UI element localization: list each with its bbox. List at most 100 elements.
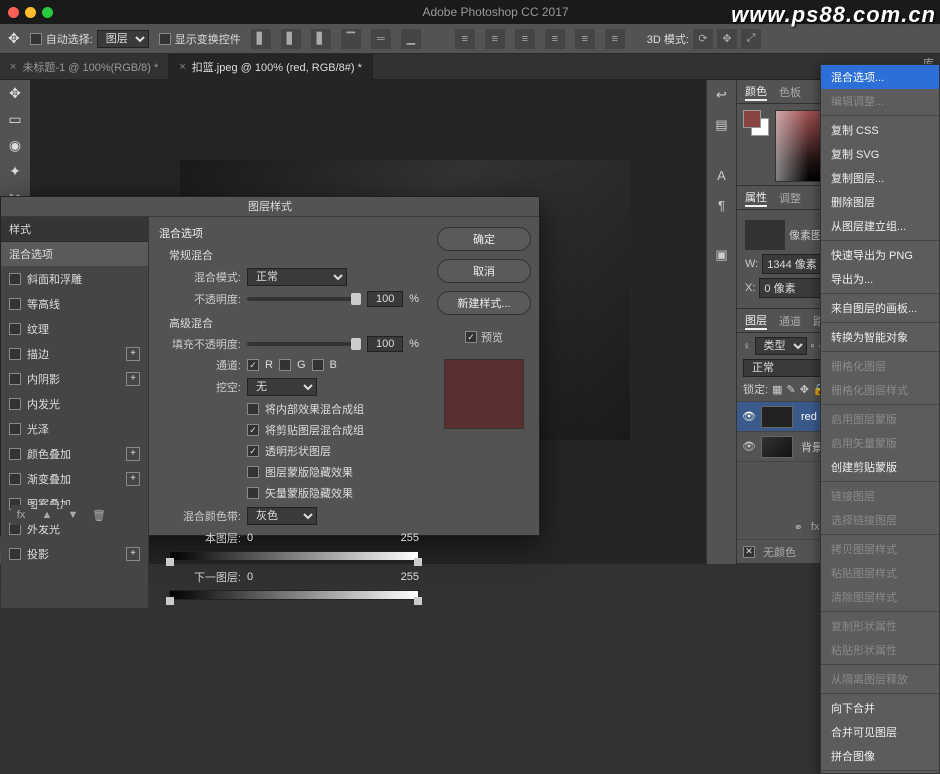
foreground-swatch[interactable] [743, 110, 761, 128]
context-menu-item[interactable]: 快速导出为 PNG [821, 243, 939, 267]
filter-img-icon[interactable]: ▫ [811, 340, 815, 352]
style-enable-checkbox[interactable] [9, 348, 21, 360]
style-enable-checkbox[interactable] [9, 398, 21, 410]
context-menu-item[interactable]: 导出为... [821, 267, 939, 291]
style-row[interactable]: 混合选项 [1, 242, 148, 267]
no-color-checkbox[interactable]: ✕ [743, 546, 755, 558]
channel-g-checkbox[interactable] [279, 359, 291, 371]
fx-add-icon[interactable]: fx [11, 505, 31, 525]
wand-tool[interactable]: ✦ [0, 158, 30, 184]
add-effect-icon[interactable]: + [126, 472, 140, 486]
distribute-icon-5[interactable]: ≡ [575, 29, 595, 49]
add-effect-icon[interactable]: + [126, 447, 140, 461]
context-menu-item[interactable]: 混合选项... [821, 65, 939, 89]
lasso-tool[interactable]: ◉ [0, 132, 30, 158]
x-field[interactable]: 0 像素 [759, 278, 829, 298]
ok-button[interactable]: 确定 [437, 227, 531, 251]
style-enable-checkbox[interactable] [9, 548, 21, 560]
blend-if-select[interactable]: 灰色 [247, 507, 317, 525]
minimize-window-icon[interactable] [25, 7, 36, 18]
distribute-icon-3[interactable]: ≡ [515, 29, 535, 49]
marquee-tool[interactable]: ▭ [0, 106, 30, 132]
context-menu-item[interactable]: 向下合并 [821, 696, 939, 720]
cancel-button[interactable]: 取消 [437, 259, 531, 283]
style-enable-checkbox[interactable] [9, 473, 21, 485]
add-effect-icon[interactable]: + [126, 547, 140, 561]
style-row[interactable]: 描边+ [1, 342, 148, 367]
gradient-handle-low[interactable] [166, 597, 174, 605]
context-menu-item[interactable]: 复制 CSS [821, 118, 939, 142]
auto-select-checkbox[interactable] [30, 33, 42, 45]
align-bottom-icon[interactable]: ▁ [401, 29, 421, 49]
character-icon[interactable]: A [707, 160, 736, 190]
align-vcenter-icon[interactable]: ═ [371, 29, 391, 49]
preview-checkbox[interactable] [465, 331, 477, 343]
cb-trans-shape[interactable] [247, 445, 259, 457]
distribute-icon-1[interactable]: ≡ [455, 29, 475, 49]
distribute-icon-2[interactable]: ≡ [485, 29, 505, 49]
move-tool[interactable]: ✥ [0, 80, 30, 106]
fx-icon[interactable]: fx [811, 521, 820, 533]
style-row[interactable]: 纹理 [1, 317, 148, 342]
tab-color[interactable]: 颜色 [745, 83, 767, 101]
tab-close-icon[interactable]: × [10, 61, 16, 73]
style-row[interactable]: 投影+ [1, 542, 148, 567]
auto-select-mode[interactable]: 图层 [97, 30, 149, 48]
paragraph-icon[interactable]: ¶ [707, 190, 736, 220]
maximize-window-icon[interactable] [42, 7, 53, 18]
style-row[interactable]: 内发光 [1, 392, 148, 417]
style-enable-checkbox[interactable] [9, 448, 21, 460]
document-tab-2[interactable]: × 扣篮.jpeg @ 100% (red, RGB/8#) * [169, 54, 373, 80]
lock-paint-icon[interactable]: ✎ [786, 383, 795, 396]
context-menu-item[interactable]: 复制图层... [821, 166, 939, 190]
channel-b-checkbox[interactable] [312, 359, 324, 371]
fill-opacity-slider[interactable] [247, 342, 361, 346]
history-icon[interactable]: ↩ [707, 80, 736, 110]
opacity-value[interactable]: 100 [367, 291, 403, 307]
visibility-icon[interactable]: 👁 [741, 410, 757, 423]
context-menu-item[interactable]: 删除图层 [821, 190, 939, 214]
cb-layer-mask[interactable] [247, 466, 259, 478]
move-tool-icon[interactable]: ✥ [8, 30, 20, 47]
context-menu-item[interactable]: 创建剪贴蒙版 [821, 455, 939, 479]
blend-mode-select[interactable]: 正常 [247, 268, 347, 286]
cb-clip-group[interactable] [247, 424, 259, 436]
style-enable-checkbox[interactable] [9, 373, 21, 385]
style-enable-checkbox[interactable] [9, 323, 21, 335]
gradient-handle-high[interactable] [414, 558, 422, 566]
link-layers-icon[interactable]: ⚭ [794, 521, 803, 534]
crop-presets-icon[interactable]: ▣ [707, 240, 736, 270]
3d-orbit-icon[interactable]: ⟳ [693, 29, 713, 49]
under-layer-gradient[interactable] [169, 590, 419, 600]
style-row[interactable]: 内阴影+ [1, 367, 148, 392]
align-center-icon[interactable]: ▋ [281, 29, 301, 49]
style-enable-checkbox[interactable] [9, 423, 21, 435]
preview-toggle[interactable]: 预览 [465, 329, 503, 345]
opacity-slider[interactable] [247, 297, 361, 301]
align-left-icon[interactable]: ▋ [251, 29, 271, 49]
style-row[interactable]: 颜色叠加+ [1, 442, 148, 467]
style-row[interactable]: 渐变叠加+ [1, 467, 148, 492]
align-top-icon[interactable]: ▔ [341, 29, 361, 49]
this-layer-gradient[interactable] [169, 551, 419, 561]
distribute-icon-4[interactable]: ≡ [545, 29, 565, 49]
context-menu-item[interactable]: 合并可见图层 [821, 720, 939, 744]
visibility-icon[interactable]: 👁 [741, 440, 757, 453]
tab-close-icon[interactable]: × [179, 61, 185, 73]
auto-select-group[interactable]: 自动选择: 图层 [30, 30, 149, 48]
fx-up-icon[interactable]: ▲ [37, 505, 57, 525]
tab-channels[interactable]: 通道 [779, 313, 801, 329]
gradient-handle-high[interactable] [414, 597, 422, 605]
layer-thumb[interactable] [761, 406, 793, 428]
tab-adjustments[interactable]: 调整 [779, 190, 801, 206]
knockout-select[interactable]: 无 [247, 378, 317, 396]
cb-vector-mask[interactable] [247, 487, 259, 499]
3d-zoom-icon[interactable]: ⤢ [741, 29, 761, 49]
style-row[interactable]: 斜面和浮雕 [1, 267, 148, 292]
context-menu-item[interactable]: 来自图层的画板... [821, 296, 939, 320]
layer-kind-select[interactable]: 类型 [755, 337, 807, 355]
layer-thumb[interactable] [761, 436, 793, 458]
cb-internal-fx[interactable] [247, 403, 259, 415]
gradient-handle-low[interactable] [166, 558, 174, 566]
fx-delete-icon[interactable]: 🗑 [89, 505, 109, 525]
